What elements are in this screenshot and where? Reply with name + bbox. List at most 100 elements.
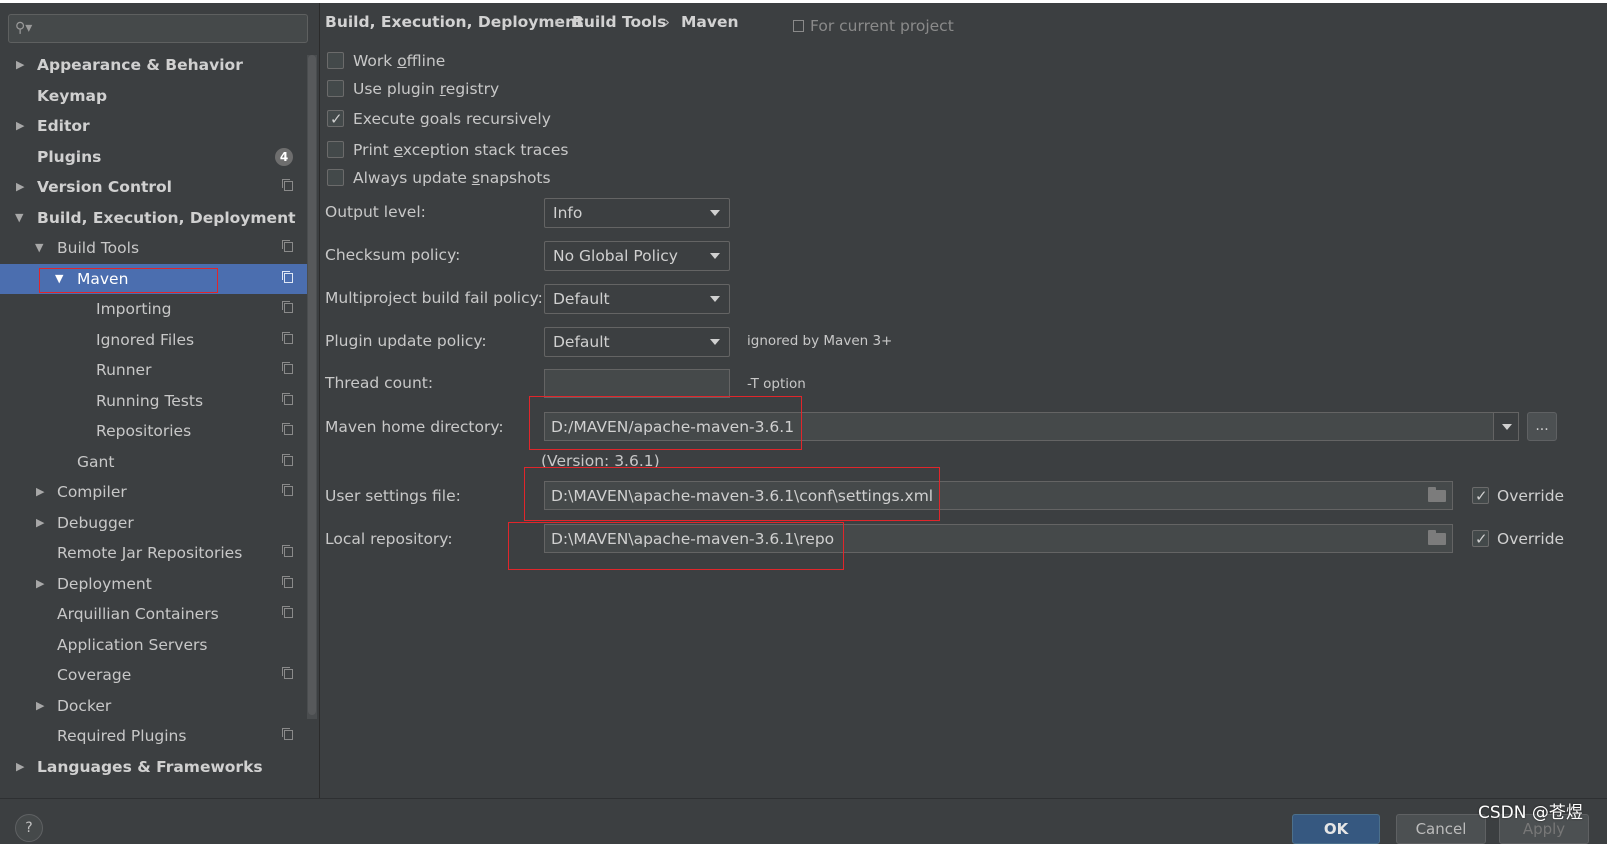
print-exception-stack-traces-label: Print exception stack traces (353, 141, 569, 159)
project-scope-icon (282, 332, 293, 344)
search-icon: ⚲▾ (15, 20, 33, 36)
expand-arrow-icon[interactable]: ▶ (16, 50, 24, 80)
sidebar-item-compiler[interactable]: ▶ Compiler (0, 477, 307, 507)
sidebar-item-importing[interactable]: Importing (0, 294, 307, 324)
project-scope-icon (282, 454, 293, 466)
multiproject-fail-policy-select[interactable]: Default (544, 284, 730, 314)
multiproject-fail-policy-value: Default (553, 290, 610, 308)
user-settings-override-label: Override (1497, 487, 1565, 505)
output-level-label: Output level: (325, 203, 426, 221)
help-button[interactable]: ? (15, 814, 43, 842)
sidebar-item-deployment[interactable]: ▶ Deployment (0, 569, 307, 599)
project-scope-icon (282, 728, 293, 740)
sidebar-item-label: Editor (37, 117, 90, 135)
plugin-update-policy-hint: ignored by Maven 3+ (747, 333, 893, 349)
sidebar-item-label: Build, Execution, Deployment (37, 209, 296, 227)
maven-home-dropdown-button[interactable] (1493, 412, 1519, 441)
maven-settings-panel: Build, Execution, Deployment › Build Too… (320, 3, 1607, 798)
sidebar-item-gant[interactable]: Gant (0, 447, 307, 477)
print-exception-stack-traces-checkbox[interactable] (327, 141, 344, 158)
use-plugin-registry-checkbox[interactable] (327, 80, 344, 97)
sidebar-item-label: Build Tools (57, 239, 140, 257)
execute-goals-recursively-checkbox[interactable]: ✓ (327, 110, 344, 128)
breadcrumb-item: Maven (681, 13, 739, 31)
sidebar-item-label: Gant (77, 453, 115, 471)
project-scope-icon (282, 576, 293, 588)
folder-icon[interactable] (1428, 530, 1446, 545)
dropdown-arrow-icon (710, 339, 720, 345)
work-offline-checkbox[interactable] (327, 52, 344, 69)
execute-goals-recursively-label: Execute goals recursively (353, 110, 551, 128)
plugins-update-badge: 4 (275, 148, 293, 166)
maven-home-highlight-box (529, 396, 802, 450)
always-update-snapshots-checkbox[interactable] (327, 169, 344, 186)
expand-arrow-icon[interactable]: ▶ (16, 172, 24, 202)
sidebar-item-label: Runner (96, 361, 152, 379)
sidebar-item-remote-jar-repositories[interactable]: Remote Jar Repositories (0, 538, 307, 568)
breadcrumb-item: Build, Execution, Deployment (325, 13, 584, 31)
output-level-value: Info (553, 204, 583, 222)
sidebar-item-label: Remote Jar Repositories (57, 544, 243, 562)
settings-search-field[interactable]: ⚲▾ (8, 14, 308, 43)
checksum-policy-select[interactable]: No Global Policy (544, 241, 730, 271)
folder-icon[interactable] (1428, 487, 1446, 502)
plugin-update-policy-select[interactable]: Default (544, 327, 730, 357)
sidebar-item-editor[interactable]: ▶ Editor (0, 111, 307, 141)
sidebar-item-label: Coverage (57, 666, 132, 684)
sidebar-scrollbar[interactable] (307, 55, 317, 719)
expand-arrow-icon[interactable]: ▶ (36, 569, 44, 599)
sidebar-item-label: Debugger (57, 514, 134, 532)
user-settings-override-checkbox[interactable]: ✓ (1472, 487, 1489, 505)
sidebar-item-build-tools[interactable]: ▼ Build Tools (0, 233, 307, 263)
sidebar-item-version-control[interactable]: ▶ Version Control (0, 172, 307, 202)
sidebar-item-coverage[interactable]: Coverage (0, 660, 307, 690)
cancel-button[interactable]: Cancel (1396, 814, 1486, 844)
maven-home-browse-button[interactable]: ... (1527, 412, 1557, 441)
sidebar-item-running-tests[interactable]: Running Tests (0, 386, 307, 416)
sidebar-item-repositories[interactable]: Repositories (0, 416, 307, 446)
sidebar-item-label: Docker (57, 697, 112, 715)
thread-count-label: Thread count: (325, 374, 434, 392)
sidebar-item-application-servers[interactable]: Application Servers (0, 630, 307, 660)
plugin-update-policy-value: Default (553, 333, 610, 351)
output-level-select[interactable]: Info (544, 198, 730, 228)
project-scope-icon (282, 271, 293, 283)
sidebar-item-runner[interactable]: Runner (0, 355, 307, 385)
dropdown-arrow-icon (710, 296, 720, 302)
local-repository-label: Local repository: (325, 530, 453, 548)
sidebar-item-docker[interactable]: ▶ Docker (0, 691, 307, 721)
sidebar-item-label: Deployment (57, 575, 152, 593)
thread-count-hint: -T option (747, 376, 806, 392)
thread-count-input[interactable] (544, 369, 730, 398)
sidebar-item-label: Ignored Files (96, 331, 195, 349)
collapse-arrow-icon[interactable]: ▼ (15, 203, 23, 233)
breadcrumb-separator: › (664, 13, 670, 31)
multiproject-fail-policy-label: Multiproject build fail policy: (325, 289, 543, 307)
sidebar-item-label: Version Control (37, 178, 172, 196)
collapse-arrow-icon[interactable]: ▼ (35, 233, 43, 263)
sidebar-item-appearance-behavior[interactable]: ▶ Appearance & Behavior (0, 50, 307, 80)
sidebar-item-build-execution-deployment[interactable]: ▼ Build, Execution, Deployment (0, 203, 307, 233)
sidebar-item-debugger[interactable]: ▶ Debugger (0, 508, 307, 538)
always-update-snapshots-label: Always update snapshots (353, 169, 551, 187)
settings-sidebar: ⚲▾ ▶ Appearance & Behavior Keymap ▶ Edit… (0, 3, 320, 798)
user-settings-highlight-box (524, 467, 940, 521)
maven-home-label: Maven home directory: (325, 418, 504, 436)
expand-arrow-icon[interactable]: ▶ (36, 508, 44, 538)
sidebar-item-languages-frameworks[interactable]: ▶ Languages & Frameworks (0, 752, 307, 782)
checkbox-check-icon: ✓ (1475, 487, 1488, 505)
sidebar-item-keymap[interactable]: Keymap (0, 81, 307, 111)
expand-arrow-icon[interactable]: ▶ (16, 111, 24, 141)
sidebar-item-plugins[interactable]: Plugins 4 (0, 142, 307, 172)
sidebar-item-required-plugins[interactable]: Required Plugins (0, 721, 307, 751)
expand-arrow-icon[interactable]: ▶ (36, 691, 44, 721)
sidebar-item-arquillian-containers[interactable]: Arquillian Containers (0, 599, 307, 629)
sidebar-item-label: Appearance & Behavior (37, 56, 243, 74)
sidebar-scrollbar-thumb[interactable] (308, 55, 316, 715)
checksum-policy-value: No Global Policy (553, 247, 678, 265)
sidebar-item-ignored-files[interactable]: Ignored Files (0, 325, 307, 355)
ok-button[interactable]: OK (1292, 814, 1380, 844)
local-repository-override-checkbox[interactable]: ✓ (1472, 530, 1489, 548)
expand-arrow-icon[interactable]: ▶ (36, 477, 44, 507)
expand-arrow-icon[interactable]: ▶ (16, 752, 24, 782)
